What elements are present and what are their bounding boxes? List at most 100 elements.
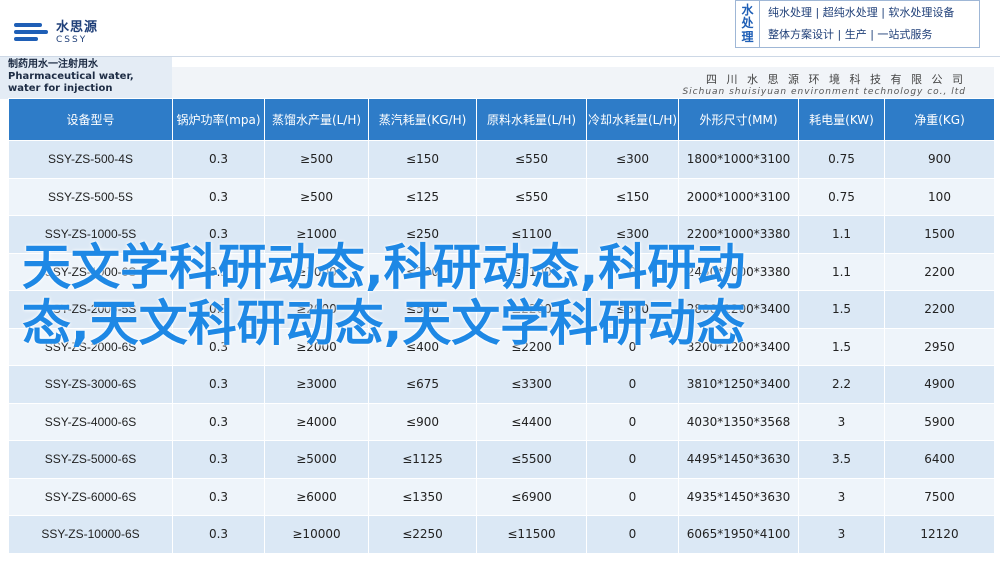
page-header: 水思源 CSSY 水 处 理 纯水处理 | 超纯水处理 | 软水处理设备 整体方…	[0, 0, 1000, 56]
table-cell: 2450*1000*3380	[678, 252, 799, 291]
table-cell: 1.1	[798, 215, 885, 254]
table-cell: 1.5	[798, 327, 885, 366]
table-cell: 0	[586, 365, 679, 404]
table-cell: ≤150	[586, 177, 679, 216]
table-cell: 3200*1200*3400	[678, 327, 799, 366]
table-cell: 0.3	[172, 177, 265, 216]
table-cell: SSY-ZS-3000-6S	[8, 365, 173, 404]
table-cell: 1.1	[798, 252, 885, 291]
table-cell: 100	[884, 177, 995, 216]
table-cell: ≥2000	[264, 290, 369, 329]
col-header-boiler-power: 锅炉功率(mpa)	[172, 98, 265, 141]
table-cell: ≥5000	[264, 440, 369, 479]
col-header-model: 设备型号	[8, 98, 173, 141]
table-cell: ≥500	[264, 140, 369, 179]
table-row: SSY-ZS-2000-5S 0.3 ≥2000 ≤500 ≤2200 ≤600 2800*…	[8, 290, 995, 329]
table-cell: ≤1100	[476, 252, 587, 291]
table-cell: 6400	[884, 440, 995, 479]
table-cell: ≤2200	[476, 327, 587, 366]
table-cell: 4495*1450*3630	[678, 440, 799, 479]
table-cell: 3	[798, 402, 885, 441]
table-cell: ≥3000	[264, 365, 369, 404]
table-cell: ≥2000	[264, 327, 369, 366]
table-cell: 1500	[884, 215, 995, 254]
table-cell: SSY-ZS-2000-6S	[8, 327, 173, 366]
table-cell: SSY-ZS-500-4S	[8, 140, 173, 179]
table-cell: 0	[586, 515, 679, 554]
table-cell: ≤675	[368, 365, 477, 404]
logo-stripes-icon	[14, 20, 50, 46]
company-name-bar: 四 川 水 思 源 环 境 科 技 有 限 公 司 Sichuan shuisi…	[172, 67, 994, 99]
company-name-cn: 四 川 水 思 源 环 境 科 技 有 限 公 司	[706, 73, 966, 86]
table-cell: 0.3	[172, 440, 265, 479]
table-cell: 3	[798, 477, 885, 516]
table-cell: 900	[884, 140, 995, 179]
table-cell: 0	[586, 477, 679, 516]
table-cell: ≥1000	[264, 252, 369, 291]
table-cell: ≤1100	[476, 215, 587, 254]
table-cell: SSY-ZS-500-5S	[8, 177, 173, 216]
table-cell: ≤4400	[476, 402, 587, 441]
table-cell: 5900	[884, 402, 995, 441]
table-cell: 2200*1000*3380	[678, 215, 799, 254]
table-cell: 1.5	[798, 290, 885, 329]
service-banner: 水 处 理 纯水处理 | 超纯水处理 | 软水处理设备 整体方案设计 | 生产 …	[735, 0, 980, 48]
service-line-2: 整体方案设计 | 生产 | 一站式服务	[768, 28, 933, 41]
table-cell: 2800*1200*3400	[678, 290, 799, 329]
table-cell: ≤250	[368, 215, 477, 254]
col-header-cooling-water: 冷却水耗量(L/H)	[586, 98, 679, 141]
logo-name-cn: 水思源	[56, 20, 99, 35]
table-cell: ≤2250	[368, 515, 477, 554]
table-cell: SSY-ZS-4000-6S	[8, 402, 173, 441]
table-cell: ≤400	[368, 327, 477, 366]
table-cell: 4030*1350*3568	[678, 402, 799, 441]
table-cell: 1800*1000*3100	[678, 140, 799, 179]
table-cell: ≤200	[368, 252, 477, 291]
table-cell: ≤550	[476, 140, 587, 179]
table-cell: ≤5500	[476, 440, 587, 479]
table-row: SSY-ZS-3000-6S 0.3 ≥3000 ≤675 ≤3300 0 3810*125…	[8, 365, 995, 404]
table-cell: ≤2200	[476, 290, 587, 329]
table-cell: ≤900	[368, 402, 477, 441]
table-cell: SSY-ZS-1000-5S	[8, 215, 173, 254]
table-cell: ≤125	[368, 177, 477, 216]
col-header-net-weight: 净重(KG)	[884, 98, 995, 141]
table-cell: 0	[586, 252, 679, 291]
table-cell: ≤500	[368, 290, 477, 329]
table-row: SSY-ZS-1000-6S 0.3 ≥1000 ≤200 ≤1100 0 2450*100…	[8, 252, 995, 291]
col-header-dimensions: 外形尺寸(MM)	[678, 98, 799, 141]
col-header-distilled-output: 蒸馏水产量(L/H)	[264, 98, 369, 141]
logo-name-en: CSSY	[56, 35, 88, 45]
product-title-en: Pharmaceutical water, water for injectio…	[8, 71, 134, 94]
table-cell: 0.3	[172, 140, 265, 179]
table-row: SSY-ZS-500-5S 0.3 ≥500 ≤125 ≤550 ≤150 2000*100…	[8, 177, 995, 216]
table-cell: 0.3	[172, 252, 265, 291]
table-cell: ≤3300	[476, 365, 587, 404]
table-cell: ≤6900	[476, 477, 587, 516]
table-cell: 2950	[884, 327, 995, 366]
spec-table: 设备型号 锅炉功率(mpa) 蒸馏水产量(L/H) 蒸汽耗量(KG/H) 原料水…	[8, 98, 995, 554]
table-cell: ≤300	[586, 140, 679, 179]
table-cell: ≤600	[586, 290, 679, 329]
table-cell: ≤300	[586, 215, 679, 254]
table-cell: ≤1125	[368, 440, 477, 479]
product-subheader: 制药用水一注射用水 Pharmaceutical water, water fo…	[0, 56, 1000, 99]
table-cell: 7500	[884, 477, 995, 516]
table-cell: 0	[586, 440, 679, 479]
table-cell: ≥500	[264, 177, 369, 216]
table-cell: 6065*1950*4100	[678, 515, 799, 554]
table-cell: ≥6000	[264, 477, 369, 516]
table-row: SSY-ZS-10000-6S 0.3 ≥10000 ≤2250 ≤11500 0 6065…	[8, 515, 995, 554]
table-cell: SSY-ZS-6000-6S	[8, 477, 173, 516]
table-cell: ≥1000	[264, 215, 369, 254]
table-cell: 2.2	[798, 365, 885, 404]
table-cell: 0.3	[172, 215, 265, 254]
table-cell: 0.3	[172, 365, 265, 404]
table-cell: 3	[798, 515, 885, 554]
table-cell: 12120	[884, 515, 995, 554]
table-row: SSY-ZS-500-4S 0.3 ≥500 ≤150 ≤550 ≤300 1800*100…	[8, 140, 995, 179]
service-vertical-label: 水 处 理	[736, 1, 760, 47]
table-cell: 4900	[884, 365, 995, 404]
table-row: SSY-ZS-5000-6S 0.3 ≥5000 ≤1125 ≤5500 0 4495*14…	[8, 440, 995, 479]
table-cell: 2200	[884, 290, 995, 329]
